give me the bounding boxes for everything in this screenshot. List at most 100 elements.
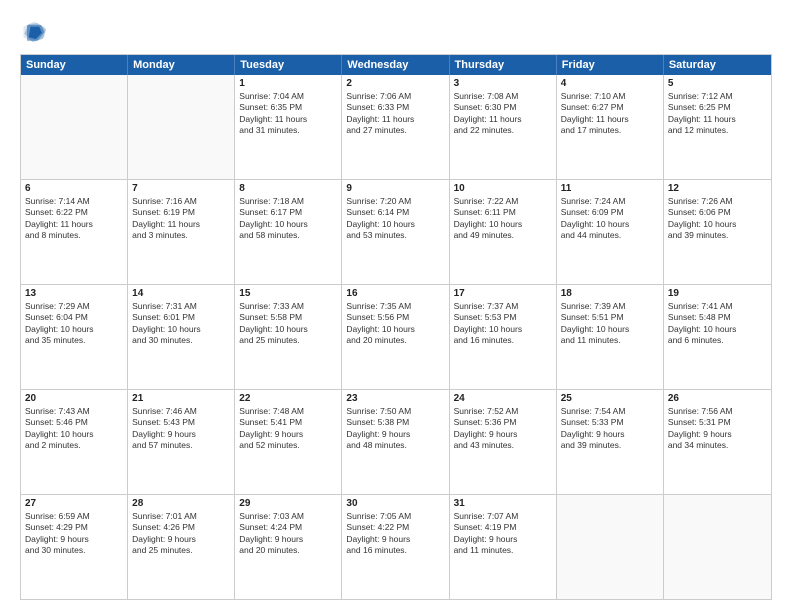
day-number: 7 [132,183,230,194]
calendar-cell-2-3: 16Sunrise: 7:35 AMSunset: 5:56 PMDayligh… [342,285,449,389]
cell-line: Daylight: 9 hours [454,534,552,545]
day-number: 25 [561,393,659,404]
cell-line: and 17 minutes. [561,125,659,136]
day-number: 29 [239,498,337,509]
cell-line: Sunrise: 7:04 AM [239,91,337,102]
cell-line: Sunrise: 7:20 AM [346,196,444,207]
cell-line: Sunrise: 7:10 AM [561,91,659,102]
cell-line: Sunset: 6:06 PM [668,207,767,218]
cell-line: and 20 minutes. [239,545,337,556]
cell-line: Sunrise: 7:03 AM [239,511,337,522]
cell-line: Daylight: 10 hours [454,219,552,230]
cell-line: Daylight: 9 hours [132,534,230,545]
day-number: 12 [668,183,767,194]
cell-line: and 6 minutes. [668,335,767,346]
calendar-cell-4-5 [557,495,664,599]
cell-line: Daylight: 9 hours [25,534,123,545]
day-number: 4 [561,78,659,89]
cell-line: Sunrise: 7:16 AM [132,196,230,207]
cell-line: Sunrise: 7:56 AM [668,406,767,417]
day-number: 17 [454,288,552,299]
cell-line: and 31 minutes. [239,125,337,136]
header-day-sunday: Sunday [21,55,128,75]
logo [20,18,52,46]
cell-line: Sunset: 5:46 PM [25,417,123,428]
calendar-cell-0-2: 1Sunrise: 7:04 AMSunset: 6:35 PMDaylight… [235,75,342,179]
day-number: 2 [346,78,444,89]
cell-line: Sunset: 5:51 PM [561,312,659,323]
day-number: 21 [132,393,230,404]
cell-line: Daylight: 11 hours [25,219,123,230]
cell-line: and 25 minutes. [132,545,230,556]
cell-line: Daylight: 11 hours [561,114,659,125]
logo-icon [20,18,48,46]
cell-line: Daylight: 10 hours [25,324,123,335]
cell-line: Sunrise: 7:24 AM [561,196,659,207]
cell-line: and 16 minutes. [346,545,444,556]
day-number: 19 [668,288,767,299]
calendar-cell-2-6: 19Sunrise: 7:41 AMSunset: 5:48 PMDayligh… [664,285,771,389]
cell-line: Daylight: 11 hours [346,114,444,125]
calendar-row-0: 1 Sunrise: 7:04 AMSunset: 6:35 PM Daylight… [21,75,771,180]
day-number: 8 [239,183,337,194]
cell-line: Sunset: 5:38 PM [346,417,444,428]
cell-line: Sunrise: 7:41 AM [668,301,767,312]
cell-line: Daylight: 10 hours [454,324,552,335]
cell-line: Sunset: 4:26 PM [132,522,230,533]
cell-line: and 22 minutes. [454,125,552,136]
cell-line: and 52 minutes. [239,440,337,451]
cell-line: Sunset: 5:31 PM [668,417,767,428]
cell-line: Daylight: 9 hours [132,429,230,440]
cell-line: Sunset: 4:19 PM [454,522,552,533]
calendar-cell-3-3: 23Sunrise: 7:50 AMSunset: 5:38 PMDayligh… [342,390,449,494]
cell-line: Sunset: 6:30 PM [454,102,552,113]
cell-line: and 25 minutes. [239,335,337,346]
day-number: 10 [454,183,552,194]
cell-line: Sunset: 6:19 PM [132,207,230,218]
cell-line: and 16 minutes. [454,335,552,346]
header-day-monday: Monday [128,55,235,75]
cell-line: and 20 minutes. [346,335,444,346]
calendar-cell-3-1: 21Sunrise: 7:46 AMSunset: 5:43 PMDayligh… [128,390,235,494]
cell-line: Daylight: 9 hours [239,429,337,440]
cell-line: and 30 minutes. [132,335,230,346]
cell-line: Sunrise: 7:48 AM [239,406,337,417]
calendar-cell-4-0: 27Sunrise: 6:59 AMSunset: 4:29 PMDayligh… [21,495,128,599]
cell-line: Daylight: 10 hours [239,219,337,230]
cell-line: Sunset: 6:25 PM [668,102,767,113]
cell-line: Sunset: 6:14 PM [346,207,444,218]
cell-line: Daylight: 11 hours [132,219,230,230]
page: SundayMondayTuesdayWednesdayThursdayFrid… [0,0,792,612]
cell-line: Sunrise: 7:14 AM [25,196,123,207]
cell-line: Sunset: 5:48 PM [668,312,767,323]
cell-line: Daylight: 10 hours [668,219,767,230]
calendar-cell-1-4: 10Sunrise: 7:22 AMSunset: 6:11 PMDayligh… [450,180,557,284]
cell-line: Sunrise: 7:22 AM [454,196,552,207]
day-number: 1 [239,78,337,89]
cell-line: Sunset: 6:35 PM [239,102,337,113]
cell-line: Daylight: 10 hours [25,429,123,440]
cell-line: and 8 minutes. [25,230,123,241]
day-number: 27 [25,498,123,509]
calendar-cell-1-1: 7 Sunrise: 7:16 AMSunset: 6:19 PMDaylight… [128,180,235,284]
day-number: 26 [668,393,767,404]
calendar-cell-1-3: 9Sunrise: 7:20 AMSunset: 6:14 PMDaylight… [342,180,449,284]
day-number: 13 [25,288,123,299]
cell-line: and 27 minutes. [346,125,444,136]
day-number: 28 [132,498,230,509]
cell-line: Sunrise: 7:52 AM [454,406,552,417]
calendar-cell-1-2: 8Sunrise: 7:18 AMSunset: 6:17 PMDaylight… [235,180,342,284]
calendar-body: 1 Sunrise: 7:04 AMSunset: 6:35 PM Daylight… [21,75,771,599]
cell-line: Sunset: 6:04 PM [25,312,123,323]
cell-line: Daylight: 10 hours [239,324,337,335]
cell-line: Sunset: 6:33 PM [346,102,444,113]
header-day-saturday: Saturday [664,55,771,75]
header-day-wednesday: Wednesday [342,55,449,75]
cell-line: Sunset: 4:24 PM [239,522,337,533]
calendar-cell-1-5: 11Sunrise: 7:24 AMSunset: 6:09 PMDayligh… [557,180,664,284]
cell-line: Sunrise: 7:07 AM [454,511,552,522]
day-number: 20 [25,393,123,404]
calendar-cell-2-2: 15Sunrise: 7:33 AMSunset: 5:58 PMDayligh… [235,285,342,389]
cell-line: Sunrise: 7:35 AM [346,301,444,312]
cell-line: Sunset: 6:27 PM [561,102,659,113]
